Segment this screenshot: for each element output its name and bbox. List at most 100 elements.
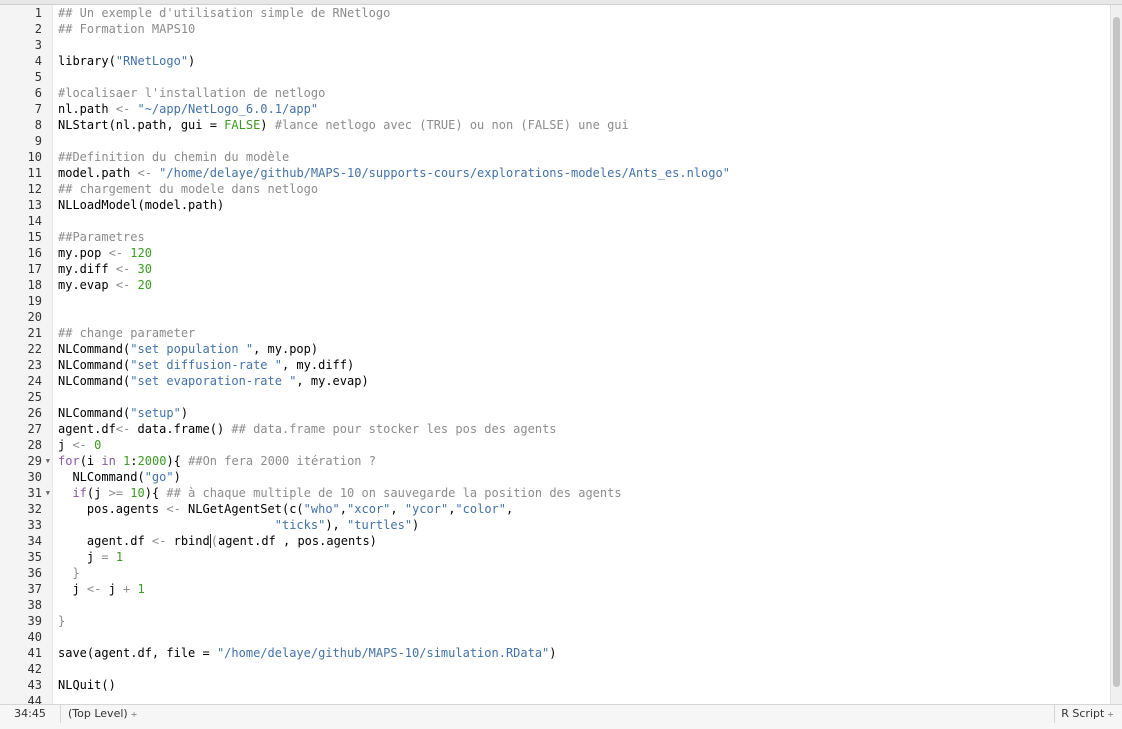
code-token-text: agent.df [58, 422, 116, 436]
code-line[interactable]: } [58, 565, 79, 581]
fold-toggle-icon[interactable]: ▼ [46, 453, 50, 469]
vertical-scrollbar[interactable] [1110, 5, 1122, 704]
code-token-op: } [58, 614, 66, 628]
code-line[interactable]: j = 1 [58, 549, 123, 565]
code-line[interactable]: ## Formation MAPS10 [58, 21, 195, 37]
code-token-text: NLStart(nl.path, gui = [58, 118, 225, 132]
line-number: 32 [27, 502, 42, 516]
code-token-text: j [101, 582, 124, 596]
code-token-text: data.frame() [130, 422, 232, 436]
code-token-text: , [339, 502, 348, 516]
code-token-text: NLCommand( [58, 342, 131, 356]
gutter-row: 16 [0, 245, 52, 261]
line-number: 21 [27, 326, 42, 340]
code-line[interactable]: ## chargement du modele dans netlogo [58, 181, 318, 197]
code-line[interactable]: if(j >= 10){ ## à chaque multiple de 10 … [58, 485, 622, 501]
code-line[interactable]: for(i in 1:2000){ ##On fera 2000 itérati… [58, 453, 376, 469]
line-number: 31 [27, 486, 42, 500]
code-line[interactable]: NLQuit() [58, 677, 116, 693]
code-token-text: ) [549, 646, 557, 660]
code-token-text: (j [86, 486, 109, 500]
code-line[interactable]: #localisaer l'installation de netlogo [58, 85, 325, 101]
code-line[interactable]: library("RNetLogo") [58, 53, 195, 69]
code-line[interactable]: j <- 0 [58, 437, 101, 453]
code-line[interactable]: NLStart(nl.path, gui = FALSE) #lance net… [58, 117, 629, 133]
code-line[interactable]: my.pop <- 120 [58, 245, 152, 261]
code-editor[interactable]: 1 2 3 4 5 6 7 8 9 10 11 12 13 14 15 16 17 18 19 20 21 22 23 24 2… [0, 5, 1110, 704]
file-type-label: R Script [1061, 707, 1105, 720]
line-number: 20 [27, 310, 42, 324]
code-line[interactable]: my.evap <- 20 [58, 277, 152, 293]
line-number: 25 [27, 390, 42, 404]
code-token-text: my.evap [58, 278, 116, 292]
gutter-row: 7 [0, 101, 52, 117]
code-token-string: "turtles" [347, 518, 413, 532]
code-line[interactable]: NLCommand("setup") [58, 405, 188, 421]
code-token-text: ) [166, 454, 174, 468]
line-number: 35 [27, 550, 42, 564]
gutter-row: 25 [0, 389, 52, 405]
code-line[interactable]: NLCommand("go") [58, 469, 180, 485]
code-token-string: "set evaporation-rate " [130, 374, 297, 388]
code-line[interactable]: ##Definition du chemin du modèle [58, 149, 289, 165]
code-area[interactable]: ## Un exemple d'utilisation simple de RN… [58, 5, 1110, 704]
code-line[interactable]: NLCommand("set evaporation-rate ", my.ev… [58, 373, 369, 389]
gutter-row: 11 [0, 165, 52, 181]
code-line[interactable]: NLCommand("set diffusion-rate ", my.diff… [58, 357, 354, 373]
code-line[interactable]: j <- j + 1 [58, 581, 145, 597]
code-token-text: ) [412, 518, 420, 532]
fold-toggle-icon[interactable]: ▼ [46, 485, 50, 501]
code-token-text: rbind [166, 534, 210, 548]
code-token-string: "~/app/NetLogo_6.0.1/app" [137, 102, 319, 116]
gutter-row: 3 [0, 37, 52, 53]
code-token-text: ) [180, 406, 189, 420]
code-token-number: 0 [94, 438, 102, 452]
scrollbar-thumb[interactable] [1113, 17, 1120, 687]
line-number: 9 [34, 134, 42, 148]
code-line[interactable]: nl.path <- "~/app/NetLogo_6.0.1/app" [58, 101, 318, 117]
code-line[interactable]: agent.df<- data.frame() ## data.frame po… [58, 421, 557, 437]
line-number: 22 [27, 342, 42, 356]
code-token-number: 1 [137, 582, 145, 596]
code-token-comment: ## change parameter [58, 326, 196, 340]
code-line[interactable]: NLLoadModel(model.path) [58, 197, 224, 213]
code-line[interactable]: } [58, 613, 65, 629]
code-line[interactable]: pos.agents <- NLGetAgentSet(c("who","xco… [58, 501, 513, 517]
code-token-text: agent.df , pos.agents) [217, 534, 377, 548]
code-token-comment: ## Formation MAPS10 [58, 22, 196, 36]
code-token-comment: ## à chaque multiple de 10 on sauvegarde… [166, 486, 622, 500]
code-token-string: "color" [455, 502, 506, 516]
code-line[interactable]: my.diff <- 30 [58, 261, 152, 277]
line-number: 4 [34, 54, 42, 68]
file-type-selector[interactable]: R Script ÷ [1054, 705, 1114, 723]
code-token-string: "who" [303, 502, 340, 516]
code-token-op: = [101, 550, 109, 564]
code-line[interactable]: save(agent.df, file = "/home/delaye/gith… [58, 645, 557, 661]
scope-selector[interactable]: (Top Level) ÷ [68, 705, 137, 723]
line-number: 1 [34, 6, 42, 20]
code-line[interactable]: model.path <- "/home/delaye/github/MAPS-… [58, 165, 730, 181]
code-line[interactable]: ## change parameter [58, 325, 195, 341]
code-line[interactable]: NLCommand("set population ", my.pop) [58, 341, 318, 357]
line-number: 23 [27, 358, 42, 372]
code-token-op: <- [115, 422, 131, 436]
code-token-text: , my.evap) [296, 374, 369, 388]
code-line[interactable]: ## Un exemple d'utilisation simple de RN… [58, 5, 390, 21]
gutter-row: 34 [0, 533, 52, 549]
code-line[interactable]: "ticks"), "turtles") [58, 517, 420, 533]
line-number: 10 [27, 150, 42, 164]
code-token-text: ), [325, 518, 348, 532]
code-token-text: , my.diff) [281, 358, 355, 372]
gutter-row: 39 [0, 613, 52, 629]
line-number: 44 [27, 694, 42, 704]
code-line[interactable]: agent.df <- rbind(agent.df , pos.agents) [58, 533, 377, 549]
code-token-text: , [506, 502, 514, 516]
code-token-op: <- [108, 246, 124, 260]
gutter-row: 6 [0, 85, 52, 101]
code-token-number: 1 [115, 550, 124, 564]
line-number: 7 [34, 102, 42, 116]
gutter-row: 1 [0, 5, 52, 21]
code-line[interactable]: ##Parametres [58, 229, 145, 245]
code-token-text: NLCommand( [58, 358, 131, 372]
